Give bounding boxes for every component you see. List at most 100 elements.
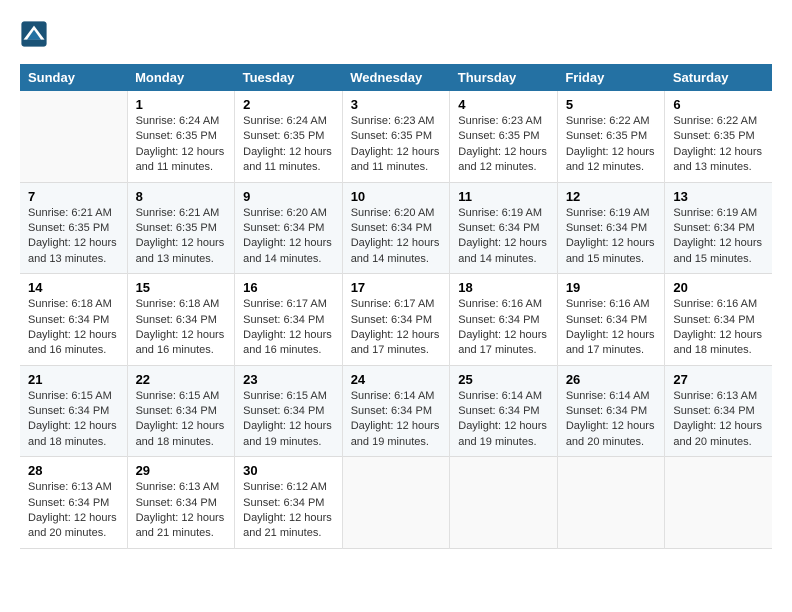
calendar-cell: 5 Sunrise: 6:22 AM Sunset: 6:35 PM Daylig…: [557, 91, 665, 182]
day-info: Sunrise: 6:22 AM Sunset: 6:35 PM Dayligh…: [566, 114, 657, 176]
day-number: 24: [351, 372, 442, 387]
weekday-header-row: SundayMondayTuesdayWednesdayThursdayFrid…: [20, 64, 772, 91]
day-number: 20: [673, 280, 764, 295]
day-info: Sunrise: 6:14 AM Sunset: 6:34 PM Dayligh…: [351, 389, 442, 451]
day-number: 30: [243, 463, 334, 478]
calendar-cell: 6 Sunrise: 6:22 AM Sunset: 6:35 PM Daylig…: [665, 91, 772, 182]
day-number: 10: [351, 189, 442, 204]
logo: [20, 20, 52, 48]
day-number: 26: [566, 372, 657, 387]
calendar-cell: [665, 457, 772, 549]
day-info: Sunrise: 6:13 AM Sunset: 6:34 PM Dayligh…: [673, 389, 764, 451]
calendar-cell: 20 Sunrise: 6:16 AM Sunset: 6:34 PM Dayli…: [665, 274, 772, 366]
day-info: Sunrise: 6:19 AM Sunset: 6:34 PM Dayligh…: [673, 206, 764, 268]
day-info: Sunrise: 6:21 AM Sunset: 6:35 PM Dayligh…: [136, 206, 227, 268]
day-info: Sunrise: 6:15 AM Sunset: 6:34 PM Dayligh…: [28, 389, 119, 451]
day-info: Sunrise: 6:14 AM Sunset: 6:34 PM Dayligh…: [566, 389, 657, 451]
calendar-cell: 18Sunrise: 6:16 AM Sunset: 6:34 PM Dayli…: [450, 274, 558, 366]
day-info: Sunrise: 6:13 AM Sunset: 6:34 PM Dayligh…: [136, 480, 227, 542]
calendar-cell: 7 Sunrise: 6:21 AM Sunset: 6:35 PM Daylig…: [20, 182, 127, 274]
calendar-cell: [450, 457, 558, 549]
day-info: Sunrise: 6:23 AM Sunset: 6:35 PM Dayligh…: [351, 114, 442, 176]
day-number: 16: [243, 280, 334, 295]
day-number: 4: [458, 97, 549, 112]
weekday-header-thursday: Thursday: [450, 64, 558, 91]
day-info: Sunrise: 6:22 AM Sunset: 6:35 PM Dayligh…: [673, 114, 764, 176]
day-number: 7: [28, 189, 119, 204]
calendar-cell: 3 Sunrise: 6:23 AM Sunset: 6:35 PM Daylig…: [342, 91, 450, 182]
calendar-week-row: 1Sunrise: 6:24 AM Sunset: 6:35 PM Daylig…: [20, 91, 772, 182]
calendar-week-row: 14 Sunrise: 6:18 AM Sunset: 6:34 PM Dayli…: [20, 274, 772, 366]
day-info: Sunrise: 6:16 AM Sunset: 6:34 PM Dayligh…: [458, 297, 549, 359]
page-header: [20, 20, 772, 48]
calendar-cell: 16 Sunrise: 6:17 AM Sunset: 6:34 PM Dayli…: [235, 274, 343, 366]
day-info: Sunrise: 6:24 AM Sunset: 6:35 PM Dayligh…: [243, 114, 334, 176]
day-info: Sunrise: 6:14 AM Sunset: 6:34 PM Dayligh…: [458, 389, 549, 451]
weekday-header-sunday: Sunday: [20, 64, 127, 91]
calendar-cell: 15 Sunrise: 6:18 AM Sunset: 6:34 PM Dayli…: [127, 274, 235, 366]
weekday-header-wednesday: Wednesday: [342, 64, 450, 91]
weekday-header-tuesday: Tuesday: [235, 64, 343, 91]
calendar-cell: 28Sunrise: 6:13 AM Sunset: 6:34 PM Dayli…: [20, 457, 127, 549]
calendar-week-row: 7 Sunrise: 6:21 AM Sunset: 6:35 PM Daylig…: [20, 182, 772, 274]
day-number: 5: [566, 97, 657, 112]
day-info: Sunrise: 6:24 AM Sunset: 6:35 PM Dayligh…: [136, 114, 227, 176]
day-info: Sunrise: 6:23 AM Sunset: 6:35 PM Dayligh…: [458, 114, 549, 176]
day-number: 6: [673, 97, 764, 112]
day-number: 25: [458, 372, 549, 387]
day-number: 8: [136, 189, 227, 204]
day-number: 3: [351, 97, 442, 112]
calendar-cell: 13 Sunrise: 6:19 AM Sunset: 6:34 PM Dayli…: [665, 182, 772, 274]
calendar-cell: [342, 457, 450, 549]
calendar-table: SundayMondayTuesdayWednesdayThursdayFrid…: [20, 64, 772, 549]
calendar-week-row: 28Sunrise: 6:13 AM Sunset: 6:34 PM Dayli…: [20, 457, 772, 549]
day-number: 2: [243, 97, 334, 112]
day-info: Sunrise: 6:15 AM Sunset: 6:34 PM Dayligh…: [243, 389, 334, 451]
weekday-header-friday: Friday: [557, 64, 665, 91]
day-number: 17: [351, 280, 442, 295]
calendar-cell: 17 Sunrise: 6:17 AM Sunset: 6:34 PM Dayli…: [342, 274, 450, 366]
calendar-cell: 29Sunrise: 6:13 AM Sunset: 6:34 PM Dayli…: [127, 457, 235, 549]
calendar-cell: 1Sunrise: 6:24 AM Sunset: 6:35 PM Daylig…: [127, 91, 235, 182]
day-number: 27: [673, 372, 764, 387]
calendar-cell: [557, 457, 665, 549]
day-number: 23: [243, 372, 334, 387]
calendar-cell: 10 Sunrise: 6:20 AM Sunset: 6:34 PM Dayli…: [342, 182, 450, 274]
calendar-cell: [20, 91, 127, 182]
day-info: Sunrise: 6:18 AM Sunset: 6:34 PM Dayligh…: [136, 297, 227, 359]
day-info: Sunrise: 6:13 AM Sunset: 6:34 PM Dayligh…: [28, 480, 119, 542]
calendar-cell: 19 Sunrise: 6:16 AM Sunset: 6:34 PM Dayli…: [557, 274, 665, 366]
calendar-cell: 24 Sunrise: 6:14 AM Sunset: 6:34 PM Dayli…: [342, 365, 450, 457]
calendar-cell: 2 Sunrise: 6:24 AM Sunset: 6:35 PM Daylig…: [235, 91, 343, 182]
day-info: Sunrise: 6:17 AM Sunset: 6:34 PM Dayligh…: [243, 297, 334, 359]
day-info: Sunrise: 6:19 AM Sunset: 6:34 PM Dayligh…: [458, 206, 549, 268]
day-number: 9: [243, 189, 334, 204]
day-info: Sunrise: 6:16 AM Sunset: 6:34 PM Dayligh…: [673, 297, 764, 359]
day-number: 14: [28, 280, 119, 295]
day-number: 12: [566, 189, 657, 204]
calendar-week-row: 21 Sunrise: 6:15 AM Sunset: 6:34 PM Dayli…: [20, 365, 772, 457]
calendar-cell: 23 Sunrise: 6:15 AM Sunset: 6:34 PM Dayli…: [235, 365, 343, 457]
calendar-cell: 30Sunrise: 6:12 AM Sunset: 6:34 PM Dayli…: [235, 457, 343, 549]
logo-icon: [20, 20, 48, 48]
day-info: Sunrise: 6:16 AM Sunset: 6:34 PM Dayligh…: [566, 297, 657, 359]
day-info: Sunrise: 6:21 AM Sunset: 6:35 PM Dayligh…: [28, 206, 119, 268]
day-info: Sunrise: 6:20 AM Sunset: 6:34 PM Dayligh…: [243, 206, 334, 268]
day-info: Sunrise: 6:15 AM Sunset: 6:34 PM Dayligh…: [136, 389, 227, 451]
calendar-cell: 12 Sunrise: 6:19 AM Sunset: 6:34 PM Dayli…: [557, 182, 665, 274]
day-number: 15: [136, 280, 227, 295]
calendar-cell: 8 Sunrise: 6:21 AM Sunset: 6:35 PM Daylig…: [127, 182, 235, 274]
weekday-header-saturday: Saturday: [665, 64, 772, 91]
calendar-cell: 25 Sunrise: 6:14 AM Sunset: 6:34 PM Dayli…: [450, 365, 558, 457]
day-info: Sunrise: 6:17 AM Sunset: 6:34 PM Dayligh…: [351, 297, 442, 359]
calendar-cell: 4 Sunrise: 6:23 AM Sunset: 6:35 PM Daylig…: [450, 91, 558, 182]
day-number: 13: [673, 189, 764, 204]
calendar-cell: 11Sunrise: 6:19 AM Sunset: 6:34 PM Dayli…: [450, 182, 558, 274]
day-number: 19: [566, 280, 657, 295]
calendar-cell: 14 Sunrise: 6:18 AM Sunset: 6:34 PM Dayli…: [20, 274, 127, 366]
day-info: Sunrise: 6:20 AM Sunset: 6:34 PM Dayligh…: [351, 206, 442, 268]
day-info: Sunrise: 6:18 AM Sunset: 6:34 PM Dayligh…: [28, 297, 119, 359]
day-number: 21: [28, 372, 119, 387]
calendar-cell: 22Sunrise: 6:15 AM Sunset: 6:34 PM Dayli…: [127, 365, 235, 457]
day-info: Sunrise: 6:19 AM Sunset: 6:34 PM Dayligh…: [566, 206, 657, 268]
